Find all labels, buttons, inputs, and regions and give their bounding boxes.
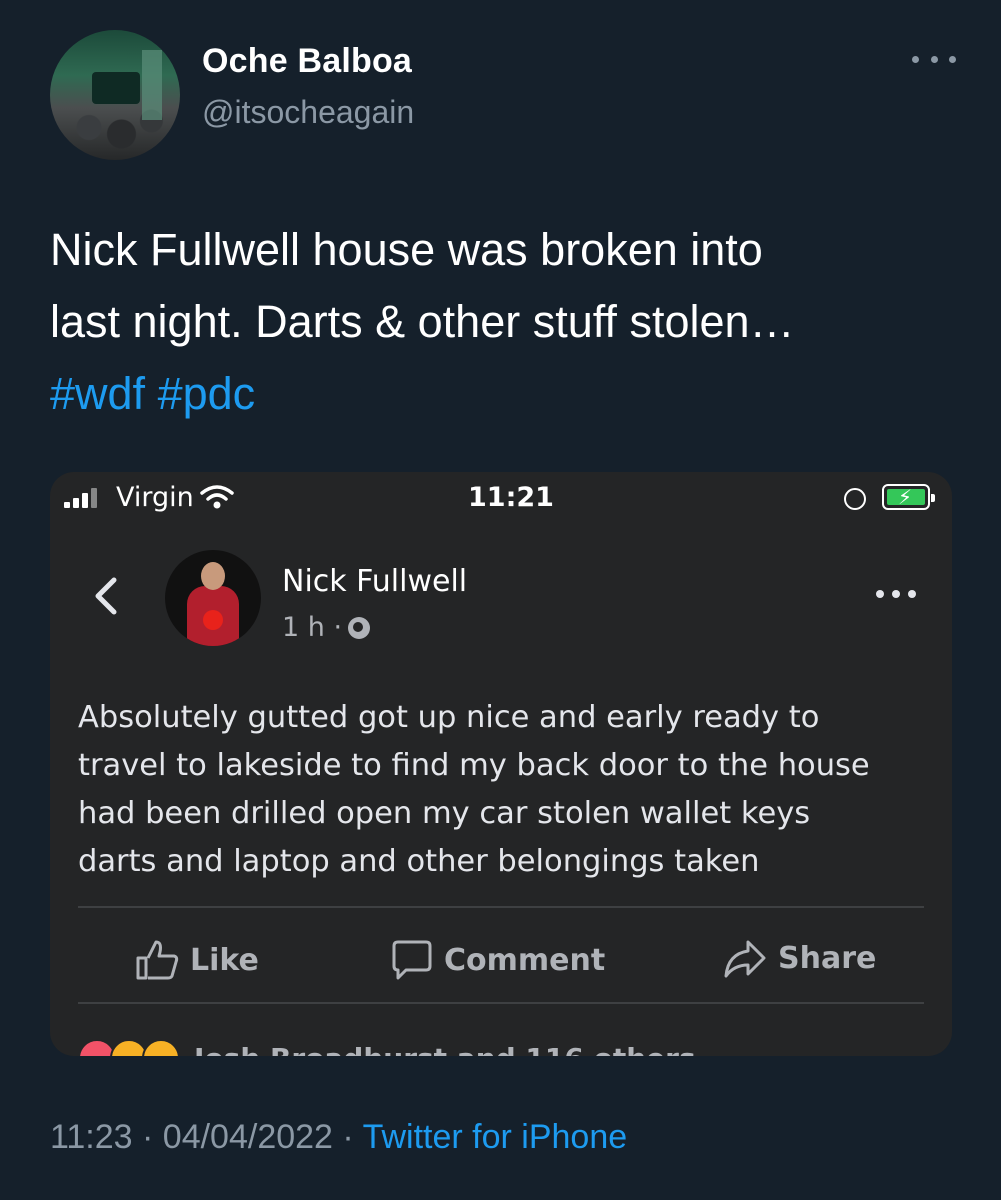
- wifi-icon: [200, 485, 234, 509]
- post-more-icon[interactable]: [876, 590, 916, 602]
- globe-icon: [348, 616, 371, 639]
- more-dot: [908, 590, 916, 598]
- reactions-summary[interactable]: Josh Broadhurst and 116 others: [78, 1038, 696, 1056]
- more-dot: [949, 55, 956, 63]
- avatar-light: [142, 50, 162, 120]
- avatar-stage: [92, 72, 140, 104]
- signal-icon: [64, 486, 112, 508]
- post-meta: 1 h ·: [282, 612, 371, 643]
- tweet-date[interactable]: 04/04/2022: [163, 1118, 333, 1156]
- post-body: Absolutely gutted got up nice and early …: [78, 694, 938, 886]
- back-chevron-icon[interactable]: [90, 574, 122, 618]
- post-author-name[interactable]: Nick Fullwell: [282, 564, 467, 599]
- more-dot: [892, 590, 900, 598]
- share-label: Share: [778, 940, 877, 976]
- post-time: 1 h ·: [282, 612, 343, 643]
- carrier-name: Virgin: [116, 482, 194, 513]
- tweet-source-link[interactable]: Twitter for iPhone: [363, 1118, 628, 1156]
- comment-icon: [392, 940, 432, 980]
- author-avatar[interactable]: [50, 30, 180, 160]
- more-dot: [876, 590, 884, 598]
- more-horizontal-icon[interactable]: [912, 44, 956, 74]
- embedded-screenshot[interactable]: Virgin 11:21 ⚡ Nick Fullwell 1 h · Absol…: [50, 472, 952, 1056]
- thumbs-up-icon: [136, 940, 179, 980]
- rotation-lock-icon: [844, 488, 866, 510]
- share-button[interactable]: Share: [722, 938, 876, 978]
- battery-charging-icon: ⚡: [882, 484, 935, 510]
- sad-reaction-icon: [142, 1039, 180, 1056]
- like-label: Like: [190, 942, 259, 978]
- divider: [78, 906, 924, 908]
- post-actions: Like Comment Share: [50, 920, 952, 996]
- status-time: 11:21: [468, 482, 554, 513]
- more-dot: [930, 55, 938, 63]
- avatar-figure-head: [201, 562, 225, 590]
- bolt-icon: ⚡: [898, 485, 913, 509]
- hashtag-line: #wdf #pdc: [50, 358, 970, 430]
- post-body-line: had been drilled open my car stolen wall…: [78, 796, 811, 831]
- comment-button[interactable]: Comment: [390, 938, 605, 982]
- separator: ·: [142, 1118, 154, 1156]
- more-dot: [912, 55, 919, 63]
- separator: ·: [342, 1118, 354, 1156]
- tweet-text-line: Nick Fullwell house was broken into: [50, 224, 763, 275]
- share-icon: [724, 940, 766, 978]
- comment-label: Comment: [444, 942, 606, 978]
- hashtag-link[interactable]: #pdc: [158, 368, 256, 419]
- author-name[interactable]: Oche Balboa: [202, 42, 412, 81]
- post-body-line: Absolutely gutted got up nice and early …: [78, 700, 820, 735]
- post-body-line: darts and laptop and other belongings ta…: [78, 844, 760, 879]
- tweet-text-line: last night. Darts & other stuff stolen…: [50, 296, 795, 347]
- hashtag-link[interactable]: #wdf: [50, 368, 145, 419]
- status-bar: Virgin 11:21 ⚡: [50, 472, 952, 522]
- like-button[interactable]: Like: [134, 938, 259, 982]
- post-body-line: travel to lakeside to find my back door …: [78, 748, 870, 783]
- battery-tip: [931, 494, 935, 502]
- tweet-time[interactable]: 11:23: [50, 1118, 133, 1156]
- poppy-icon: [203, 610, 223, 630]
- tweet-text: Nick Fullwell house was broken into last…: [50, 214, 970, 430]
- tweet-footer: 11:23 · 04/04/2022 · Twitter for iPhone: [50, 1118, 627, 1157]
- divider: [78, 1002, 924, 1004]
- author-handle[interactable]: @itsocheagain: [202, 94, 414, 131]
- post-author-avatar[interactable]: [165, 550, 261, 646]
- reactions-text: Josh Broadhurst and 116 others: [194, 1042, 696, 1057]
